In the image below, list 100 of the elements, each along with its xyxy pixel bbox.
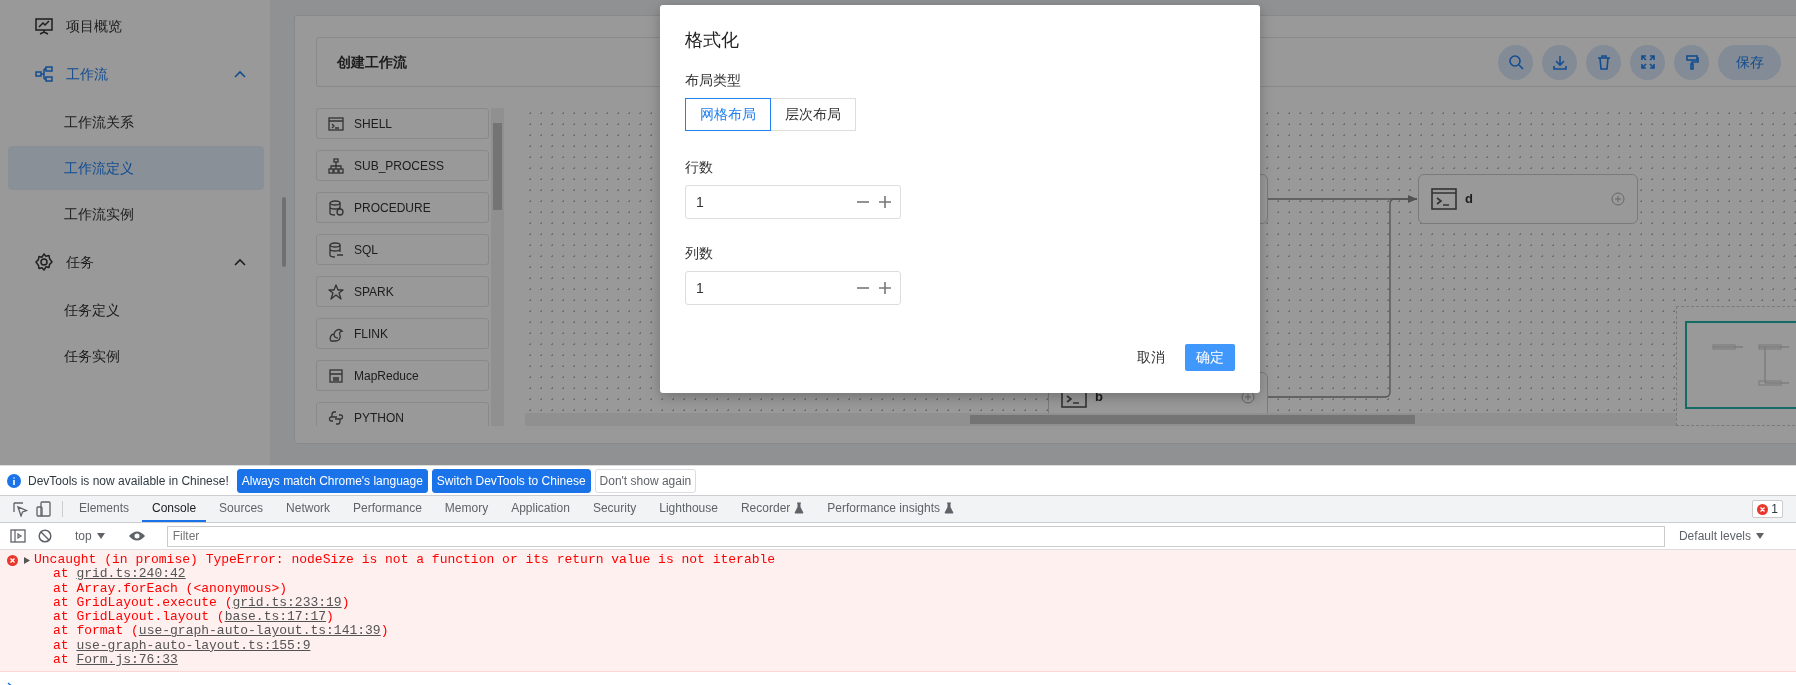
database-icon	[328, 199, 344, 216]
database-icon	[328, 241, 344, 258]
sidebar-icon	[10, 529, 26, 543]
field-label: 布局类型	[685, 71, 742, 90]
devtools-tab[interactable]: Application	[501, 496, 580, 522]
source-link[interactable]: grid.ts:233:19	[232, 594, 342, 610]
star-icon	[328, 283, 344, 300]
task-type-item[interactable]: SQL	[316, 234, 489, 265]
field-label: 列数	[685, 244, 714, 263]
devtools-tab[interactable]: Network	[276, 496, 341, 522]
devtools-tab[interactable]: Lighthouse	[649, 496, 728, 522]
presentation-chart-icon	[34, 16, 54, 36]
interlock-icon	[328, 409, 344, 426]
infobar-button[interactable]: Switch DevTools to Chinese	[431, 468, 591, 493]
task-type-item[interactable]: SHELL	[316, 108, 489, 139]
task-type-item[interactable]: PYTHON	[316, 402, 489, 426]
settings-icon	[34, 252, 54, 272]
fullscreen-icon	[1639, 54, 1656, 70]
devtools-tab[interactable]: Performance	[343, 496, 432, 522]
task-type-item[interactable]: PROCEDURE	[316, 192, 489, 223]
hierarchy-icon	[328, 157, 344, 174]
tape-icon	[328, 367, 344, 384]
filter-field[interactable]: Filter	[166, 525, 1665, 547]
number-stepper[interactable]: 1	[685, 185, 901, 219]
cursor-icon	[12, 501, 28, 517]
devtools-tab[interactable]: Elements	[69, 496, 140, 522]
devtools-tab[interactable]: Performance insights	[817, 496, 965, 522]
source-link[interactable]: grid.ts:240:42	[76, 566, 186, 582]
block-icon	[38, 529, 52, 543]
terminal-icon	[328, 115, 344, 132]
stack-frame: at format (use-graph-auto-layout.ts:141:39)	[0, 624, 1796, 639]
error-icon	[1757, 503, 1769, 515]
source-link[interactable]: base.ts:17:17	[224, 609, 327, 625]
error-icon	[7, 554, 18, 566]
paint-roller-button[interactable]	[1674, 44, 1709, 80]
submenu-item[interactable]: 任务定义	[8, 288, 264, 332]
delete-button[interactable]	[1586, 44, 1621, 80]
stack-frame: at Array.forEach (<anonymous>)	[0, 581, 1796, 596]
add-icon	[1241, 390, 1255, 404]
plus-icon	[878, 281, 892, 295]
stack-frame: at grid.ts:240:42	[0, 567, 1796, 582]
plus-button[interactable]	[878, 195, 892, 209]
menu-item[interactable]: 工作流	[0, 50, 270, 98]
node-label: d	[1465, 190, 1474, 209]
task-type-item[interactable]: FLINK	[316, 318, 489, 349]
scrollbar[interactable]	[491, 108, 504, 426]
submenu-item[interactable]: 任务实例	[8, 334, 264, 378]
scrollbar-thumb[interactable]	[493, 123, 502, 210]
stack-frame: at use-graph-auto-layout.ts:155:9	[0, 638, 1796, 654]
devtools-tab[interactable]: Recorder	[730, 496, 815, 522]
stack-frame: at GridLayout.layout (base.ts:17:17)	[0, 610, 1796, 625]
radio-button[interactable]: 网格布局	[685, 98, 771, 131]
error-text: Uncaught (in promise) TypeError: nodeSize is not a function or its return value is not iterable	[34, 553, 776, 568]
number-stepper[interactable]: 1	[685, 271, 901, 305]
field-label: 行数	[685, 158, 714, 177]
device-icon	[36, 501, 52, 517]
delete-icon	[1595, 54, 1612, 70]
minus-icon	[856, 287, 870, 289]
stack-frame: at GridLayout.execute (grid.ts:233:19)	[0, 595, 1796, 611]
plus-button[interactable]	[878, 281, 892, 295]
minus-button[interactable]	[856, 201, 870, 203]
infobar-button[interactable]: Don't show again	[594, 468, 697, 493]
levels-dropdown[interactable]: Default levels	[1672, 526, 1770, 546]
scrollbar-thumb[interactable]	[970, 415, 1415, 424]
submenu-item[interactable]: 工作流实例	[8, 192, 264, 236]
devtools-tab[interactable]: Memory	[434, 496, 499, 522]
task-node[interactable]: d	[1418, 174, 1638, 224]
download-button[interactable]	[1542, 44, 1577, 80]
task-type-item[interactable]: SPARK	[316, 276, 489, 307]
infobar-button[interactable]: Always match Chrome's language	[236, 468, 428, 493]
plus-icon	[878, 195, 892, 209]
menu-item[interactable]: 任务	[0, 238, 270, 286]
context-dropdown[interactable]: top	[69, 527, 111, 545]
devtools-tab[interactable]: Sources	[209, 496, 274, 522]
minus-icon	[856, 201, 870, 203]
search-button[interactable]	[1498, 44, 1533, 80]
info-message: DevTools is now available in Chinese!	[28, 472, 229, 490]
minus-button[interactable]	[856, 287, 870, 289]
caret-icon	[1756, 533, 1764, 539]
info-icon	[7, 473, 21, 488]
task-type-item[interactable]: MapReduce	[316, 360, 489, 391]
fullscreen-button[interactable]	[1630, 44, 1665, 80]
menu-item[interactable]: 项目概览	[0, 2, 270, 50]
devtools-tab[interactable]: Console	[142, 496, 207, 522]
submenu-item[interactable]: 工作流关系	[8, 100, 264, 144]
search-icon	[1507, 54, 1524, 70]
devtools-tab[interactable]: Security	[582, 496, 647, 522]
task-type-item[interactable]: SUB_PROCESS	[316, 150, 489, 181]
resize-handle[interactable]	[282, 197, 286, 267]
download-icon	[1551, 54, 1568, 70]
source-link[interactable]: use-graph-auto-layout.ts:141:39	[138, 623, 381, 639]
dialog-title: 格式化	[685, 29, 740, 52]
source-link[interactable]: use-graph-auto-layout.ts:155:9	[76, 637, 311, 653]
flow-chart-icon	[34, 64, 54, 84]
terminal-icon	[1431, 187, 1457, 211]
error-count[interactable]: 1	[1752, 500, 1783, 518]
source-link[interactable]: Form.js:76:33	[76, 652, 178, 668]
editor-title: 创建工作流	[337, 52, 408, 72]
radio-button[interactable]: 层次布局	[771, 98, 856, 131]
caret-icon	[96, 533, 105, 539]
